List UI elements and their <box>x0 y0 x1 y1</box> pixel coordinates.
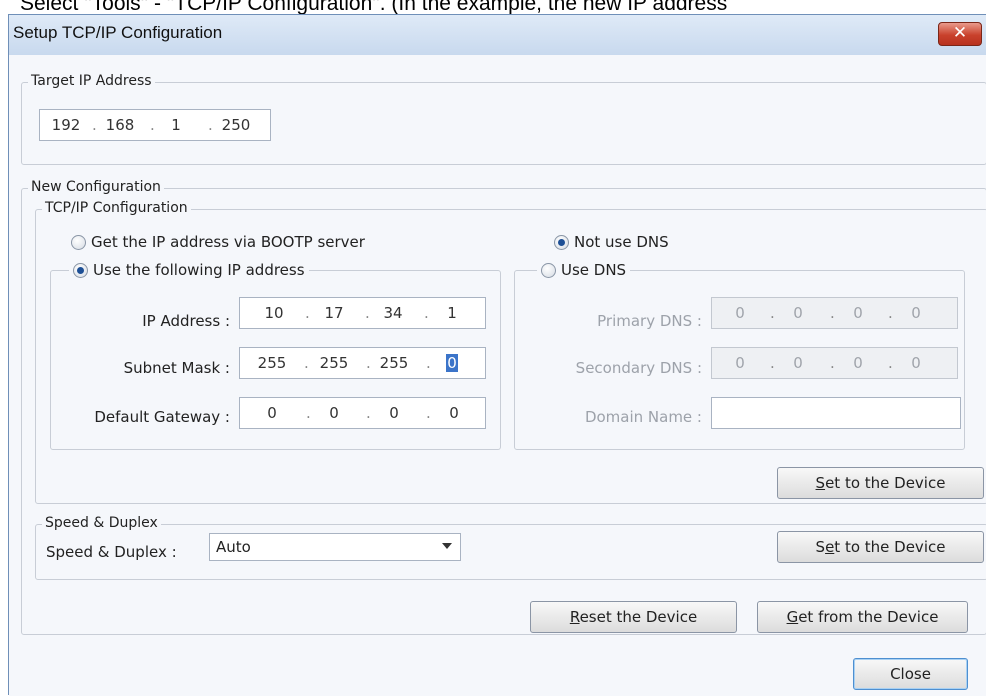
reset-device-button[interactable]: Reset the Device <box>530 601 737 633</box>
close-button[interactable]: Close <box>853 658 968 690</box>
radio-no-dns-indicator <box>554 234 569 250</box>
ip-octet: 192 <box>51 116 81 134</box>
secondary-dns-field[interactable]: 0 . 0 . 0 . 0 <box>711 347 958 379</box>
ip-address-field[interactable]: 10 . 17 . 34 . 1 <box>239 297 486 329</box>
radio-static-ip-label: Use the following IP address <box>93 261 305 279</box>
dialog-body: Target IP Address 192 . 168 . 1 . 250 Ne… <box>9 55 986 696</box>
ip-octet: 168 <box>105 116 135 134</box>
radio-use-dns[interactable]: Use DNS <box>537 261 631 279</box>
ip-octet-selected[interactable]: 0 <box>442 348 462 378</box>
radio-static-ip-indicator <box>73 262 88 278</box>
speed-duplex-group: Speed & Duplex Speed & Duplex : Auto Set… <box>35 515 986 580</box>
subnet-mask-field[interactable]: 255 . 255 . 255 . 0 <box>239 347 486 379</box>
new-configuration-legend: New Configuration <box>28 179 164 195</box>
radio-use-dns-indicator <box>541 262 556 278</box>
static-ip-group: Use the following IP address IP Address … <box>50 261 501 450</box>
domain-name-label: Domain Name : <box>584 408 702 426</box>
radio-bootp-indicator <box>71 234 86 250</box>
radio-no-dns-label: Not use DNS <box>574 233 669 251</box>
primary-dns-label: Primary DNS : <box>597 312 702 330</box>
ip-octet: 250 <box>221 116 251 134</box>
ip-octet: 0 <box>449 404 459 422</box>
speed-duplex-select[interactable]: Auto <box>209 533 461 561</box>
ip-octet: 0 <box>853 354 863 372</box>
title-bar[interactable]: Setup TCP/IP Configuration ✕ <box>9 15 986 55</box>
ip-octet: 0 <box>911 354 921 372</box>
ip-octet: 34 <box>383 304 403 322</box>
speed-duplex-value: Auto <box>216 538 251 556</box>
ip-octet: 0 <box>329 404 339 422</box>
ip-octet: 0 <box>267 404 277 422</box>
tcpip-config-group: TCP/IP Configuration Get the IP address … <box>35 200 986 504</box>
ip-octet: 0 <box>793 354 803 372</box>
target-ip-field[interactable]: 192 . 168 . 1 . 250 <box>39 109 271 141</box>
chevron-down-icon <box>442 543 452 549</box>
new-configuration-group: New Configuration TCP/IP Configuration G… <box>21 179 986 635</box>
radio-bootp[interactable]: Get the IP address via BOOTP server <box>71 233 365 251</box>
target-ip-legend: Target IP Address <box>28 73 155 89</box>
ip-octet: 0 <box>389 404 399 422</box>
secondary-dns-label: Secondary DNS : <box>575 359 702 377</box>
ip-octet: 17 <box>324 304 344 322</box>
ip-octet: 0 <box>735 304 745 322</box>
radio-static-ip[interactable]: Use the following IP address <box>69 261 309 279</box>
speed-duplex-label: Speed & Duplex : <box>46 543 177 561</box>
domain-name-input[interactable] <box>711 397 961 429</box>
ip-octet: 255 <box>257 354 287 372</box>
window-title: Setup TCP/IP Configuration <box>13 23 223 42</box>
ip-octet: 0 <box>735 354 745 372</box>
ip-octet: 0 <box>853 304 863 322</box>
ip-octet: 255 <box>319 354 349 372</box>
dialog-window: Setup TCP/IP Configuration ✕ Target IP A… <box>8 14 986 696</box>
close-window-button[interactable]: ✕ <box>938 22 982 46</box>
get-from-device-button[interactable]: Get from the Device <box>757 601 968 633</box>
tcpip-set-to-device-button[interactable]: Set to the Device <box>777 467 984 499</box>
dns-group: Use DNS Primary DNS : 0 . 0 . 0 . 0 Seco… <box>514 261 965 450</box>
default-gateway-label: Default Gateway : <box>94 408 230 426</box>
close-icon: ✕ <box>952 23 968 43</box>
primary-dns-field[interactable]: 0 . 0 . 0 . 0 <box>711 297 958 329</box>
speed-duplex-legend: Speed & Duplex <box>42 515 161 531</box>
ip-address-label: IP Address : <box>142 312 230 330</box>
target-ip-group: Target IP Address 192 . 168 . 1 . 250 <box>21 73 986 165</box>
ip-octet: 1 <box>171 116 181 134</box>
tcpip-config-legend: TCP/IP Configuration <box>42 200 191 216</box>
ip-octet: 10 <box>264 304 284 322</box>
subnet-mask-label: Subnet Mask : <box>123 359 230 377</box>
radio-no-dns[interactable]: Not use DNS <box>554 233 669 251</box>
radio-bootp-label: Get the IP address via BOOTP server <box>91 233 365 251</box>
default-gateway-field[interactable]: 0 . 0 . 0 . 0 <box>239 397 486 429</box>
ip-octet: 255 <box>379 354 409 372</box>
speed-set-to-device-button[interactable]: Set to the Device <box>777 531 984 563</box>
ip-octet: 0 <box>911 304 921 322</box>
radio-use-dns-label: Use DNS <box>561 261 627 279</box>
ip-octet: 0 <box>793 304 803 322</box>
ip-octet: 1 <box>447 304 457 322</box>
